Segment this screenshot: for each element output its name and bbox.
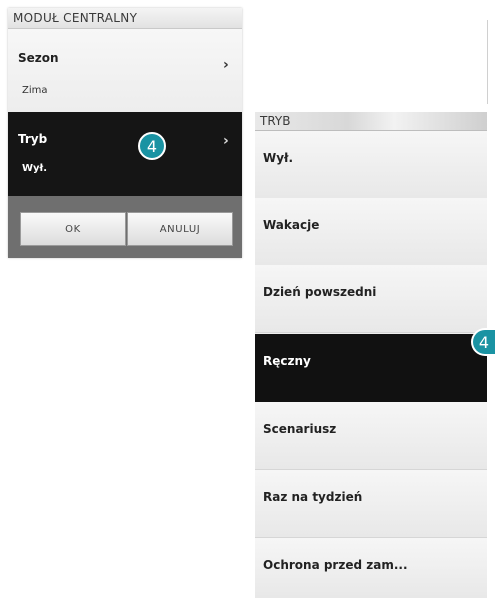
list-item-label: Wakacje [263, 218, 320, 232]
button-bar: OK ANULUJ [8, 196, 242, 258]
callout-badge: 4 [138, 132, 166, 160]
mode-row[interactable]: Tryb Wył. › [8, 112, 242, 196]
ok-button[interactable]: OK [20, 212, 126, 246]
mode-item-off[interactable]: Wył. [255, 131, 487, 199]
list-title: TRYB [260, 114, 291, 128]
central-module-panel: MODUŁ CENTRALNY Sezon Zima › Tryb Wył. ›… [8, 8, 242, 258]
mode-label: Tryb [18, 132, 48, 146]
list-item-label: Dzień powszedni [263, 285, 377, 299]
callout-badge: 4 [471, 328, 495, 356]
mode-list-panel: TRYB Wył. Wakacje Dzień powszedni Ręczny… [255, 112, 487, 598]
list-item-label: Wył. [263, 151, 294, 165]
list-item-label: Scenariusz [263, 422, 337, 436]
list-item-label: Raz na tydzień [263, 490, 363, 504]
list-item-label: Ręczny [263, 354, 311, 368]
cancel-button[interactable]: ANULUJ [127, 212, 233, 246]
season-label: Sezon [18, 51, 59, 65]
mode-item-scenario[interactable]: Scenariusz [255, 402, 487, 470]
mode-value: Wył. [22, 163, 48, 174]
mode-item-holiday[interactable]: Wakacje [255, 198, 487, 266]
mode-item-weekly[interactable]: Raz na tydzień [255, 470, 487, 538]
mode-item-weekday[interactable]: Dzień powszedni [255, 265, 487, 333]
list-item-label: Ochrona przed zam... [263, 558, 408, 572]
mode-item-manual[interactable]: Ręczny [255, 334, 487, 402]
mode-item-frost-protection[interactable]: Ochrona przed zam... [255, 538, 487, 598]
list-header: TRYB [255, 112, 487, 131]
season-row[interactable]: Sezon Zima › [8, 29, 242, 119]
chevron-right-icon: › [223, 133, 229, 149]
panel-title: MODUŁ CENTRALNY [13, 11, 138, 25]
panel-header: MODUŁ CENTRALNY [8, 8, 242, 29]
season-value: Zima [22, 85, 48, 96]
chevron-right-icon: › [223, 57, 229, 73]
divider [487, 20, 488, 104]
